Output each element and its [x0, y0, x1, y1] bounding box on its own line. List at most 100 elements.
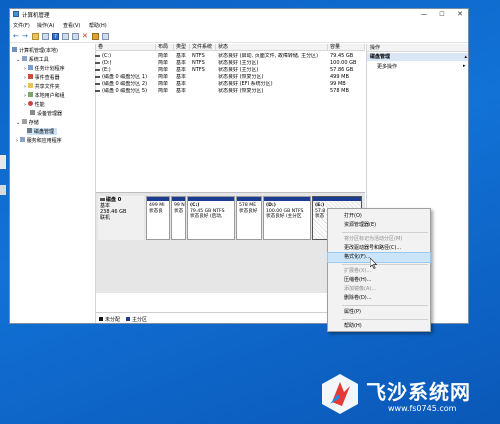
tree-storage-label: 存储	[28, 120, 39, 126]
context-menu-item: 添加镜像(A)...	[344, 286, 377, 292]
tree-shared-folders[interactable]: › 共享文件夹	[24, 83, 60, 90]
volume-cell: 基本	[176, 53, 187, 59]
volume-cell: NTFS	[192, 53, 205, 59]
menu-bar: 文件(F) 操作(A) 查看(V) 帮助(H)	[10, 21, 468, 29]
partition-block[interactable]: 99 N 状态	[171, 196, 186, 240]
partition-block[interactable]: 499 MI 状态良	[146, 196, 170, 240]
tree-local-users[interactable]: › 本地用户和组	[24, 92, 65, 99]
partition-block[interactable]: (D:) 100.00 GB NTFS 状态良好 (主分区	[263, 196, 311, 240]
partition-block[interactable]: 578 ME 状态良好	[236, 196, 262, 240]
context-menu-item[interactable]: 打开(O)	[328, 212, 430, 221]
column-header-volume[interactable]: 卷	[96, 44, 156, 51]
volume-cell: 简单	[158, 67, 169, 73]
tree-system-tools[interactable]: ⌄ 系统工具	[16, 56, 49, 63]
partition-l2: 状态良好 (启动,	[190, 214, 223, 220]
volume-cell: 简单	[158, 81, 169, 87]
disk-info[interactable]: 磁盘 0 基本 238.46 GB 联机	[98, 196, 144, 240]
tree-root[interactable]: 计算机管理(本地)	[12, 47, 58, 54]
actions-section-disk-management[interactable]: 磁盘管理 ▴	[367, 53, 468, 61]
volume-cell: 基本	[176, 81, 187, 87]
context-menu-item: 扩展卷(X)...	[344, 268, 372, 274]
volume-row[interactable]: (C:) 简单 基本 NTFS 状态良好 (启动, 页面文件, 故障转储, 主分区) 79…	[95, 53, 365, 60]
tree-device-manager[interactable]: 设备管理器	[30, 110, 62, 117]
list-view-icon[interactable]	[62, 33, 69, 40]
context-menu-item[interactable]: 更改驱动器号和路径(C)...	[328, 244, 430, 253]
shared-folder-icon	[27, 83, 33, 88]
refresh-icon[interactable]	[102, 33, 109, 40]
menu-file[interactable]: 文件(F)	[13, 22, 30, 29]
tree-event-viewer[interactable]: › 事件查看器	[24, 74, 60, 81]
more-actions[interactable]: 更多操作	[377, 63, 397, 70]
more-actions-arrow-icon[interactable]: ▸	[463, 63, 466, 69]
partition-type-bar	[313, 197, 361, 201]
volume-cell: 基本	[176, 88, 187, 94]
volume-cell: NTFS	[192, 67, 205, 73]
tree-performance-label: 性能	[34, 102, 45, 108]
partition-type-bar	[264, 197, 310, 201]
menu-view[interactable]: 查看(V)	[63, 22, 80, 29]
column-header-type[interactable]: 类型	[174, 44, 190, 51]
volume-cell: 578 MB	[330, 88, 349, 94]
forward-icon[interactable]: →	[22, 33, 29, 40]
delete-icon[interactable]: ✕	[82, 33, 89, 40]
tree-shared-folders-label: 共享文件夹	[34, 84, 60, 90]
partition-type-bar	[188, 197, 234, 201]
volume-cell: 状态良好 (启动, 页面文件, 故障转储, 主分区)	[218, 53, 319, 59]
volume-row[interactable]: (磁盘 0 磁盘分区 2) 简单 基本 状态良好 (EFI 系统分区) 99 MB	[95, 81, 365, 88]
volume-name-cell: (磁盘 0 磁盘分区 2)	[102, 81, 148, 87]
legend: 未分配 主分区	[96, 312, 365, 323]
column-header-status[interactable]: 状态	[216, 44, 328, 51]
desktop-icon[interactable]	[0, 155, 6, 169]
context-menu-item[interactable]: 属性(P)	[328, 308, 430, 317]
minimize-button[interactable]: —	[415, 9, 433, 20]
volume-row[interactable]: (磁盘 0 磁盘分区 1) 简单 基本 状态良好 (恢复分区) 499 MB	[95, 74, 365, 81]
volume-row[interactable]: (E:) 简单 基本 NTFS 状态良好 (主分区) 57.86 GB	[95, 67, 365, 74]
tree-storage[interactable]: ⌄ 存储	[16, 119, 39, 126]
folder-icon[interactable]	[32, 33, 39, 40]
context-menu-item[interactable]: 删除卷(D)...	[328, 294, 430, 303]
storage-icon	[21, 119, 27, 124]
column-header-layout[interactable]: 布局	[156, 44, 174, 51]
help-icon[interactable]: ?	[52, 33, 59, 40]
volume-cell: 基本	[176, 74, 187, 80]
volume-cell: 状态良好 (主分区)	[218, 60, 259, 66]
tree-performance[interactable]: › 性能	[24, 101, 45, 108]
context-menu: 打开(O) 资源管理器(E) 将分区标记为活动分区(M) 更改驱动器号和路径(C)..…	[327, 208, 431, 332]
console-icon[interactable]	[42, 33, 49, 40]
volume-icon	[95, 90, 100, 92]
performance-icon	[27, 101, 33, 106]
tree-services[interactable]: › 服务和应用程序	[16, 137, 62, 144]
partition-type-bar	[147, 197, 169, 201]
primary-swatch	[126, 317, 130, 321]
context-menu-item[interactable]: 压缩卷(H)...	[328, 276, 430, 285]
volume-cell: 99 MB	[330, 81, 346, 87]
menu-help[interactable]: 帮助(H)	[89, 22, 107, 29]
menu-separator	[342, 264, 428, 265]
collapse-icon[interactable]: ▴	[464, 53, 467, 61]
column-header-capacity[interactable]: 容量	[328, 44, 365, 51]
properties-icon[interactable]	[72, 33, 79, 40]
partition-type-bar	[172, 197, 185, 201]
column-header-filesystem[interactable]: 文件系统	[190, 44, 216, 51]
maximize-button[interactable]: ☐	[433, 9, 451, 20]
close-button[interactable]: ✕	[451, 9, 468, 20]
volume-icon	[95, 62, 100, 64]
tree-device-manager-label: 设备管理器	[37, 111, 63, 117]
tree-disk-management[interactable]: 磁盘管理	[27, 128, 58, 135]
partition-block[interactable]: (C:) 79.45 GB NTFS 状态良好 (启动,	[187, 196, 235, 240]
clock-icon	[27, 65, 33, 70]
context-menu-item[interactable]: 资源管理器(E)	[328, 221, 430, 230]
volume-row[interactable]: (磁盘 0 磁盘分区 5) 简单 基本 状态良好 (恢复分区) 578 MB	[95, 88, 365, 95]
volume-name-cell: (磁盘 0 磁盘分区 1)	[102, 74, 148, 80]
unallocated-label: 未分配	[105, 317, 121, 323]
menu-action[interactable]: 操作(A)	[37, 22, 54, 29]
desktop-icon[interactable]	[0, 185, 6, 195]
volume-row[interactable]: (D:) 简单 基本 NTFS 状态良好 (主分区) 100.00 GB	[95, 60, 365, 67]
context-menu-item[interactable]: 格式化(F)...	[327, 252, 431, 263]
check-icon[interactable]	[92, 33, 99, 40]
back-icon[interactable]: ←	[13, 33, 20, 40]
tree-task-scheduler[interactable]: › 任务计划程序	[24, 65, 65, 72]
watermark-logo-icon	[322, 374, 358, 414]
context-menu-item[interactable]: 帮助(H)	[328, 322, 430, 331]
disk-map: 磁盘 0 基本 238.46 GB 联机 499 MI 状态良 99 N 状态 (C:)…	[96, 192, 365, 293]
